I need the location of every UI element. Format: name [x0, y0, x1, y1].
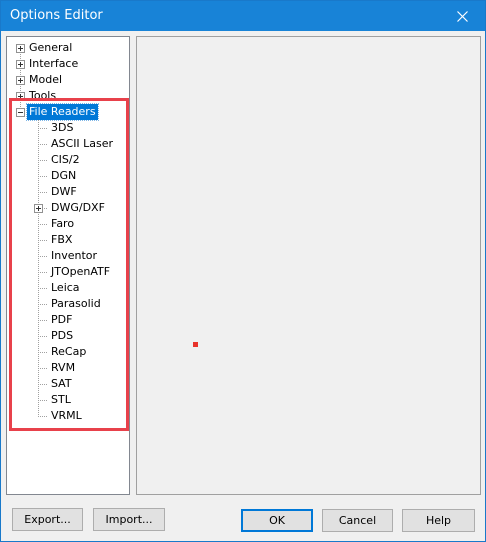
tree-expander-interface[interactable]	[16, 60, 25, 69]
tree-connector-line	[38, 272, 47, 273]
tree-connector-line	[38, 192, 47, 193]
options-content-panel	[136, 36, 481, 495]
tree-connector-line	[38, 176, 47, 177]
tree-item-label: ASCII Laser	[51, 137, 114, 150]
tree-connector-line	[38, 368, 47, 369]
options-tree[interactable]: General Interface Model Tools File Readers 3D…	[6, 36, 130, 495]
title-bar[interactable]: Options Editor	[1, 1, 485, 31]
tree-connector-line	[38, 320, 47, 321]
tree-item-label: Leica	[51, 281, 80, 294]
options-editor-window: Options Editor General Interface Model Tool…	[0, 0, 486, 542]
tree-connector-line	[38, 120, 39, 416]
tree-connector-line	[38, 240, 47, 241]
tree-item-label: STL	[51, 393, 71, 406]
tree-connector-line	[38, 304, 47, 305]
tree-expander-file-readers[interactable]	[16, 108, 25, 117]
tree-item-label: RVM	[51, 361, 76, 374]
tree-connector-line	[38, 128, 47, 129]
tree-item-label: Inventor	[51, 249, 98, 262]
tree-item-label: File Readers	[26, 103, 99, 121]
tree-expander-tools[interactable]	[16, 92, 25, 101]
tree-item-label: Model	[29, 73, 63, 86]
tree-item-label: Faro	[51, 217, 75, 230]
tree-connector-line	[38, 288, 47, 289]
tree-connector-line	[38, 160, 47, 161]
tree-item-label: DWF	[51, 185, 77, 198]
tree-item-label: CIS/2	[51, 153, 80, 166]
tree-item-label: DWG/DXF	[51, 201, 105, 214]
tree-connector-line	[38, 144, 47, 145]
close-icon	[456, 10, 468, 22]
import-button[interactable]: Import...	[93, 508, 165, 531]
cancel-button[interactable]: Cancel	[322, 509, 393, 532]
tree-connector-line	[38, 416, 47, 417]
tree-item-label: Tools	[29, 89, 57, 102]
tree-item-label: PDS	[51, 329, 74, 342]
tree-item-label: FBX	[51, 233, 73, 246]
tree-item-label: 3DS	[51, 121, 74, 134]
red-marker-dot	[193, 342, 198, 347]
tree-item-label: DGN	[51, 169, 77, 182]
close-button[interactable]	[439, 1, 485, 31]
tree-item-label: Parasolid	[51, 297, 101, 310]
tree-item-label: ReCap	[51, 345, 87, 358]
tree-item-label: Interface	[29, 57, 79, 70]
tree-item-label: General	[29, 41, 73, 54]
tree-expander-general[interactable]	[16, 44, 25, 53]
help-button[interactable]: Help	[402, 509, 475, 532]
tree-item-label: SAT	[51, 377, 72, 390]
tree-expander-dwg-dxf[interactable]	[34, 204, 43, 213]
tree-connector-line	[38, 336, 47, 337]
export-button[interactable]: Export...	[12, 508, 83, 531]
tree-connector-line	[38, 256, 47, 257]
tree-connector-line	[38, 352, 47, 353]
tree-expander-model[interactable]	[16, 76, 25, 85]
ok-button[interactable]: OK	[241, 509, 313, 532]
tree-connector-line	[38, 384, 47, 385]
tree-item-label: JTOpenATF	[51, 265, 111, 278]
window-title: Options Editor	[10, 8, 103, 23]
tree-item-label: VRML	[51, 409, 82, 422]
tree-connector-line	[38, 400, 47, 401]
tree-item-label: PDF	[51, 313, 73, 326]
tree-connector-line	[38, 224, 47, 225]
